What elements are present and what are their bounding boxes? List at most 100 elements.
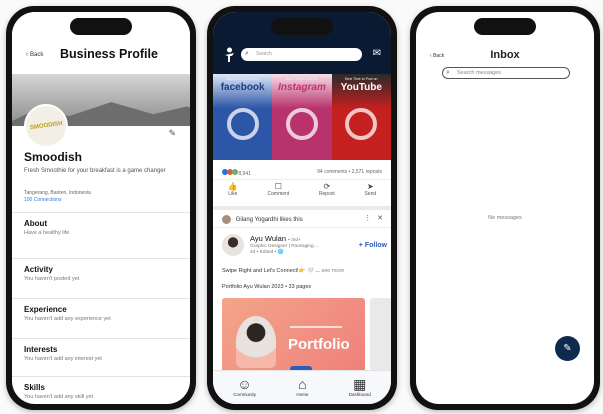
section-activity[interactable]: Activity You haven't posted yet — [12, 258, 190, 298]
section-heading: Skills — [24, 383, 45, 392]
business-description: Fresh Smoothie for your breakfast is a g… — [24, 168, 166, 174]
page-title: Business Profile — [60, 47, 158, 61]
tab-dashboard[interactable]: ▦ Dashboard — [349, 376, 371, 404]
liker-avatar — [222, 215, 231, 224]
author-name-line: Ayu Wulan • 3rd+ — [250, 234, 301, 243]
action-label: Comment — [267, 191, 290, 197]
reactions-summary[interactable]: 8,941 — [222, 169, 251, 177]
section-text: You haven't add any experience yet — [24, 316, 111, 322]
dynamic-island — [271, 18, 333, 35]
repost-icon: ⟳ — [323, 182, 331, 191]
search-messages-input[interactable]: ⌕ Search messages — [442, 67, 570, 79]
close-icon[interactable]: ✕ — [377, 215, 383, 222]
dynamic-island — [70, 18, 132, 35]
author-degree: • 3rd+ — [288, 238, 301, 243]
dashboard-icon: ▦ — [353, 376, 367, 392]
globe-icon: 🌐 — [277, 250, 284, 255]
author-avatar[interactable] — [222, 234, 244, 256]
action-label: Repost — [318, 191, 335, 197]
avatar-logo-text: SMOODISH — [29, 120, 63, 132]
back-label: Back — [30, 52, 44, 58]
bottom-nav: ☺ Community ⌂ Home ▦ Dashboard — [213, 370, 391, 404]
message-icon[interactable]: ✉ — [373, 48, 381, 59]
phone-feed: ⌕ Search ✉ Best Time to Post on facebook… — [207, 6, 397, 410]
reaction-icons — [222, 169, 238, 175]
section-about[interactable]: About Have a healthy life — [12, 212, 190, 258]
document-heading: Portfolio — [288, 336, 350, 353]
section-heading: About — [24, 219, 48, 228]
comments-reposts-count[interactable]: 94 comments • 2,571 reposts — [317, 169, 382, 175]
home-icon: ⌂ — [298, 376, 307, 392]
phone-business-profile: ‹ Back Business Profile SMOODISH ✎ Smood… — [6, 6, 196, 410]
repost-button[interactable]: ⟳ Repost — [319, 182, 335, 204]
see-more-link[interactable]: see more — [321, 268, 344, 274]
like-button[interactable]: 👍 Like — [228, 182, 238, 204]
post-text: Swipe Right and Let's Connect!👉 🤍 ... se… — [222, 268, 344, 274]
send-icon: ➤ — [366, 182, 374, 191]
clock-chart-icon — [226, 108, 259, 140]
section-text: Have a healthy life — [24, 230, 70, 236]
screen-business-profile: ‹ Back Business Profile SMOODISH ✎ Smood… — [12, 12, 190, 404]
tab-label: Home — [296, 392, 309, 397]
post-controls: ⋮ ✕ — [364, 214, 383, 222]
mockup-stage: ‹ Back Business Profile SMOODISH ✎ Smood… — [0, 0, 603, 414]
compose-button[interactable]: ✎ — [555, 336, 580, 361]
banner-caption: Best Time to Post on — [226, 77, 259, 81]
community-icon: ☺ — [237, 376, 252, 392]
thumbs-up-icon: 👍 — [227, 182, 238, 191]
avatar[interactable]: SMOODISH — [24, 104, 68, 148]
search-icon: ⌕ — [446, 69, 450, 76]
compose-icon: ✎ — [563, 343, 572, 354]
action-label: Like — [228, 191, 238, 197]
section-text: You haven't add any skill yet — [24, 394, 94, 400]
search-placeholder: Search messages — [457, 70, 502, 76]
follow-button[interactable]: + Follow — [359, 242, 387, 249]
banner-brand: facebook — [220, 82, 265, 93]
comment-button[interactable]: ☐ Comment — [268, 182, 290, 204]
search-placeholder: Search — [256, 51, 272, 57]
banner-brand: Instagram — [278, 82, 326, 93]
post-stats: 8,941 94 comments • 2,571 reposts — [213, 164, 391, 180]
post-body: Swipe Right and Let's Connect!👉 🤍 ... — [222, 268, 320, 274]
tab-home[interactable]: ⌂ Home — [296, 376, 308, 404]
banner-brand: YouTube — [340, 82, 382, 93]
tab-label: Community — [233, 392, 256, 397]
post-time: 4d • Edited • — [250, 250, 277, 255]
reactions-count: 8,941 — [238, 171, 251, 177]
comment-icon: ☐ — [274, 182, 282, 191]
action-label: Send — [364, 191, 377, 197]
search-icon: ⌕ — [245, 50, 249, 57]
banner-caption: Best Time to Post on — [345, 77, 378, 81]
send-button[interactable]: ➤ Send — [364, 182, 376, 204]
phone-inbox: ‹ Back Inbox ⌕ Search messages No messag… — [410, 6, 600, 410]
section-interests[interactable]: Interests You haven't add any interest y… — [12, 338, 190, 376]
back-button[interactable]: ‹ Back — [26, 52, 43, 58]
app-logo-icon[interactable] — [224, 47, 235, 63]
section-text: You haven't posted yet — [24, 276, 80, 282]
banner-caption: Best Time to Post on — [285, 77, 319, 81]
connections-link[interactable]: 100 Connections — [24, 197, 62, 203]
empty-state-text: No messages — [488, 215, 522, 221]
post-author[interactable]: Ayu Wulan • 3rd+ Graphic Designer | Pack… — [222, 234, 387, 264]
liked-by-text: Gilang Yogardhi likes this — [235, 217, 303, 224]
banner-panel-instagram: Best Time to Post on Instagram — [272, 74, 332, 160]
author-name: Ayu Wulan — [250, 234, 286, 243]
search-bar[interactable]: ⌕ Search — [241, 48, 362, 61]
business-name: Smoodish — [24, 150, 83, 164]
banner-panel-facebook: Best Time to Post on facebook — [213, 74, 273, 160]
section-experience[interactable]: Experience You haven't add any experienc… — [12, 298, 190, 338]
chevron-left-icon: ‹ — [26, 52, 28, 58]
dynamic-island — [474, 18, 536, 35]
edit-pencil-icon[interactable]: ✎ — [168, 128, 176, 139]
post-actions: 👍 Like ☐ Comment ⟳ Repost ➤ Send — [213, 182, 391, 204]
section-skills[interactable]: Skills You haven't add any skill yet — [12, 376, 190, 404]
more-options-icon[interactable]: ⋮ — [364, 215, 371, 222]
author-meta: Graphic Designer | Packaging ... 4d • Ed… — [250, 244, 319, 256]
section-heading: Experience — [24, 305, 67, 314]
portrait-photo — [236, 316, 276, 368]
tab-community[interactable]: ☺ Community — [233, 376, 256, 404]
post-image-carousel[interactable]: Best Time to Post on facebook Best Time … — [213, 74, 391, 160]
section-heading: Interests — [24, 345, 58, 354]
page-title: Inbox — [490, 49, 520, 61]
document-line — [290, 326, 342, 328]
